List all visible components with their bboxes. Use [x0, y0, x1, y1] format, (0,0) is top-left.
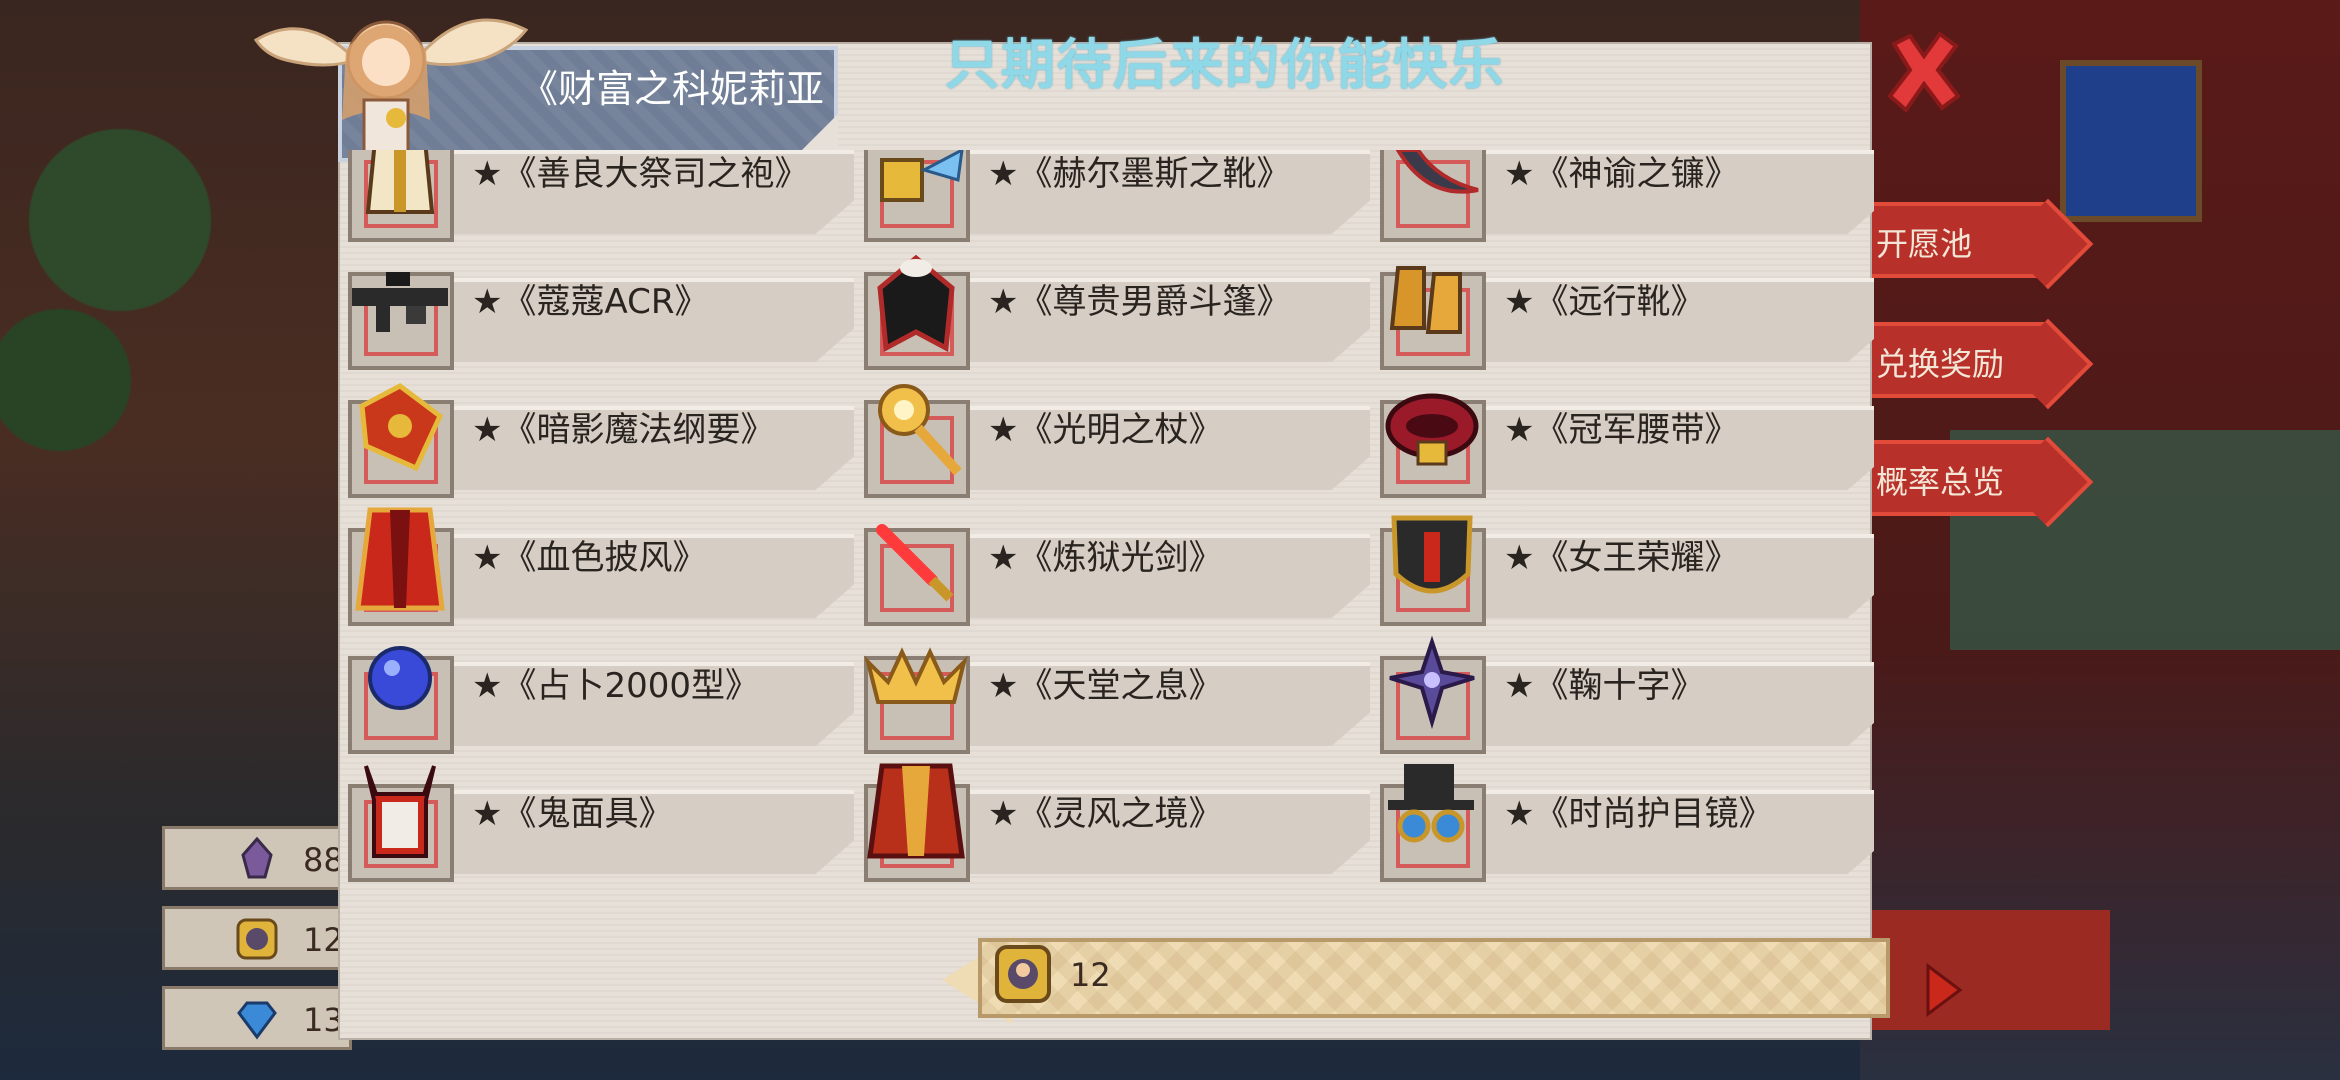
winged-boots-icon — [880, 150, 964, 202]
item-cell[interactable]: ★《占卜2000型》 — [344, 628, 854, 756]
item-label: ★《血色披风》 — [472, 538, 707, 578]
item-row: ★《占卜2000型》 ★《天堂之息》 ★《鞠十字》 — [344, 628, 1874, 756]
item-cell[interactable]: ★《血色披风》 — [344, 500, 854, 628]
item-cell[interactable]: ★《鬼面具》 — [344, 756, 854, 884]
exchange-rewards-label: 兑换奖励 — [1876, 345, 2005, 383]
item-label: ★《鞠十字》 — [1504, 666, 1705, 706]
item-cell[interactable]: ★《天堂之息》 — [860, 628, 1370, 756]
rifle-icon — [352, 272, 448, 332]
item-label: ★《时尚护目镜》 — [1504, 794, 1773, 834]
item-label: ★《神谕之镰》 — [1504, 154, 1739, 194]
pool-background — [2060, 60, 2202, 222]
item-grid: ★《善良大祭司之袍》 ★《赫尔墨斯之靴》 ★《神谕之镰》 ★《蔻蔻ACR》 ★《… — [344, 150, 1874, 910]
belt-icon — [1385, 393, 1479, 466]
coin-icon — [995, 945, 1051, 1003]
coin-icon — [236, 918, 278, 960]
item-cell[interactable]: ★《灵风之境》 — [860, 756, 1370, 884]
item-cell[interactable]: ★《光明之杖》 — [860, 372, 1370, 500]
resource-crystal: 88 — [162, 826, 352, 890]
demon-mask-icon — [364, 765, 436, 858]
halo-crown-icon — [864, 647, 968, 704]
item-cell[interactable]: ★《善良大祭司之袍》 — [344, 150, 854, 244]
exchange-rewards-button[interactable]: 兑换奖励 — [1870, 322, 2050, 398]
light-staff-icon — [878, 384, 962, 476]
item-cell[interactable]: ★《女王荣耀》 — [1376, 500, 1874, 628]
item-label: ★《天堂之息》 — [988, 666, 1223, 706]
item-label: ★《暗影魔法纲要》 — [472, 410, 775, 450]
boots-icon — [1389, 266, 1462, 334]
item-cell[interactable]: ★《炼狱光剑》 — [860, 500, 1370, 628]
item-cell[interactable]: ★《尊贵男爵斗篷》 — [860, 244, 1370, 372]
crystal-ball-icon — [368, 646, 432, 710]
item-label: ★《女王荣耀》 — [1504, 538, 1739, 578]
character-name: 《财富之科妮莉亚 — [520, 67, 825, 111]
angel-avatar-icon — [253, 18, 529, 157]
item-cell[interactable]: ★《暗影魔法纲要》 — [344, 372, 854, 500]
item-cell[interactable]: ★《远行靴》 — [1376, 244, 1874, 372]
item-label: ★《占卜2000型》 — [472, 666, 760, 706]
chevron-right-icon[interactable] — [1924, 962, 1964, 1018]
goggles-hat-icon — [1388, 764, 1474, 843]
crimson-cape-icon — [355, 507, 445, 611]
probability-overview-button[interactable]: 概率总览 — [1870, 440, 2050, 516]
page-title: 只期待后来的你能快乐 — [945, 33, 1505, 96]
shield-icon — [1391, 515, 1473, 594]
item-cell[interactable]: ★《神谕之镰》 — [1376, 150, 1874, 244]
resource-diamond: 13 — [162, 986, 352, 1050]
item-row: ★《暗影魔法纲要》 ★《光明之杖》 ★《冠军腰带》 — [344, 372, 1874, 500]
item-label: ★《鬼面具》 — [472, 794, 673, 834]
cloak-icon — [877, 254, 955, 352]
item-row: ★《血色披风》 ★《炼狱光剑》 ★《女王荣耀》 — [344, 500, 1874, 628]
item-label: ★《蔻蔻ACR》 — [472, 282, 709, 322]
spirit-cloak-icon — [867, 763, 965, 859]
wish-pool-button[interactable]: 开愿池 — [1870, 202, 2050, 278]
lightsaber-icon — [876, 524, 954, 602]
resource-coin: 12 — [162, 906, 352, 970]
robe-icon — [365, 150, 435, 214]
item-row: ★《善良大祭司之袍》 ★《赫尔墨斯之靴》 ★《神谕之镰》 — [344, 150, 1874, 244]
item-cell[interactable]: ★《赫尔墨斯之靴》 — [860, 150, 1370, 244]
item-cell[interactable]: ★《鞠十字》 — [1376, 628, 1874, 756]
diamond-icon — [237, 1001, 277, 1040]
item-row: ★《蔻蔻ACR》 ★《尊贵男爵斗篷》 ★《远行靴》 — [344, 244, 1874, 372]
item-label: ★《炼狱光剑》 — [988, 538, 1223, 578]
probability-overview-label: 概率总览 — [1876, 463, 2005, 501]
item-label: ★《冠军腰带》 — [1504, 410, 1739, 450]
item-row: ★《鬼面具》 ★《灵风之境》 ★《时尚护目镜》 — [344, 756, 1874, 884]
item-label: ★《灵风之境》 — [988, 794, 1223, 834]
item-cell[interactable]: ★《时尚护目镜》 — [1376, 756, 1874, 884]
close-icon[interactable] — [1884, 30, 1964, 114]
cost-banner — [978, 938, 1890, 1018]
scythe-icon — [1395, 150, 1479, 194]
spellbook-icon — [359, 383, 444, 472]
item-cell[interactable]: ★《冠军腰带》 — [1376, 372, 1874, 500]
item-label: ★《光明之杖》 — [988, 410, 1223, 450]
item-label: ★《远行靴》 — [1504, 282, 1705, 322]
cost-value: 12 — [1070, 956, 1111, 994]
item-label: ★《善良大祭司之袍》 — [472, 154, 809, 194]
background-building — [1860, 910, 2110, 1030]
item-label: ★《尊贵男爵斗篷》 — [988, 282, 1291, 322]
cross-icon — [1389, 635, 1475, 730]
crystal-icon — [241, 837, 273, 879]
item-label: ★《赫尔墨斯之靴》 — [988, 154, 1291, 194]
item-cell[interactable]: ★《蔻蔻ACR》 — [344, 244, 854, 372]
wish-pool-label: 开愿池 — [1876, 225, 1973, 263]
